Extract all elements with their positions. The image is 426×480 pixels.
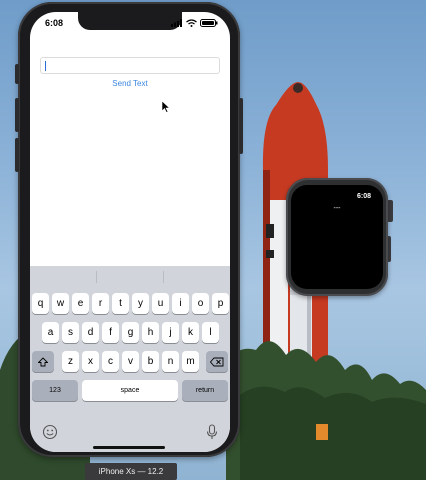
key-p[interactable]: p [212, 293, 229, 314]
backspace-icon [210, 357, 224, 366]
suggestion-divider [163, 271, 164, 283]
shift-key[interactable] [32, 351, 54, 372]
iphone-screen: 6:08 Send Text q w e r t y u i o p a s d… [30, 12, 230, 452]
status-bar-icons [171, 18, 218, 27]
key-s[interactable]: s [62, 322, 79, 343]
key-x[interactable]: x [82, 351, 99, 372]
key-w[interactable]: w [52, 293, 69, 314]
key-k[interactable]: k [182, 322, 199, 343]
on-screen-keyboard: q w e r t y u i o p a s d f g h j k l z … [30, 266, 230, 452]
suggestion-divider [96, 271, 97, 283]
key-n[interactable]: n [162, 351, 179, 372]
signal-icon [171, 18, 182, 27]
key-c[interactable]: c [102, 351, 119, 372]
battery-icon [200, 18, 218, 27]
power-button [239, 98, 243, 154]
numbers-key[interactable]: 123 [32, 380, 78, 401]
key-b[interactable]: b [142, 351, 159, 372]
text-cursor [45, 61, 46, 71]
watch-text-label: --- [333, 205, 341, 212]
key-y[interactable]: y [132, 293, 149, 314]
return-key[interactable]: return [182, 380, 228, 401]
key-d[interactable]: d [82, 322, 99, 343]
key-r[interactable]: r [92, 293, 109, 314]
key-u[interactable]: u [152, 293, 169, 314]
space-key[interactable]: space [82, 380, 178, 401]
shift-arrow-icon [38, 356, 48, 366]
watch-status-time: 6:08 [356, 193, 371, 200]
key-e[interactable]: e [72, 293, 89, 314]
emoji-icon[interactable] [42, 424, 58, 440]
status-bar-time: 6:08 [45, 18, 64, 28]
key-q[interactable]: q [32, 293, 49, 314]
watch-screen: 6:08 --- [291, 185, 383, 289]
key-o[interactable]: o [192, 293, 209, 314]
key-j[interactable]: j [162, 322, 179, 343]
key-v[interactable]: v [122, 351, 139, 372]
mute-switch [15, 64, 19, 84]
key-h[interactable]: h [142, 322, 159, 343]
delete-key[interactable] [206, 351, 228, 372]
microphone-icon[interactable] [206, 424, 218, 440]
key-a[interactable]: a [42, 322, 59, 343]
apple-watch-device-frame: 6:08 --- [286, 178, 388, 296]
home-indicator[interactable] [93, 446, 165, 449]
mouse-pointer-icon [162, 101, 170, 113]
notch [78, 12, 182, 30]
message-text-field[interactable] [40, 57, 220, 74]
predictive-text-bar [30, 266, 230, 288]
send-text-button[interactable]: Send Text [30, 79, 230, 88]
volume-down-button [15, 138, 19, 172]
simulator-device-label: iPhone Xs — 12.2 [85, 463, 177, 480]
key-z[interactable]: z [62, 351, 79, 372]
key-g[interactable]: g [122, 322, 139, 343]
wifi-icon [186, 18, 197, 27]
key-i[interactable]: i [172, 293, 189, 314]
key-t[interactable]: t [112, 293, 129, 314]
key-m[interactable]: m [182, 351, 199, 372]
key-l[interactable]: l [202, 322, 219, 343]
volume-up-button [15, 98, 19, 132]
key-f[interactable]: f [102, 322, 119, 343]
